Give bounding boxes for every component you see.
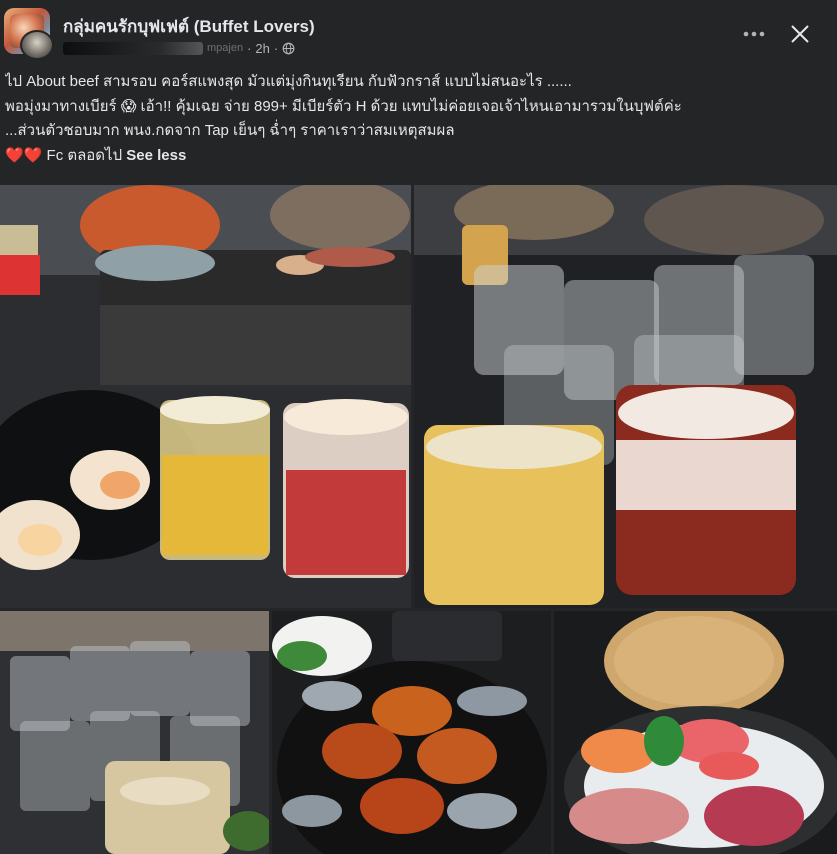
post-text-line-2: พอมุ่งมาทางเบียร์ 😱 เอ้า!! คุ้มเฉย จ่าย … [5, 97, 682, 115]
close-button[interactable] [782, 16, 818, 52]
hearts-emoji: ❤️❤️ [5, 146, 43, 164]
post-text-line-1: ไป About beef สามรอบ คอร์สแพงสุด มัวแต่ม… [5, 73, 572, 90]
post-header: กลุ่มคนรักบุฟเฟต์ (Buffet Lovers) mpajen… [0, 0, 837, 66]
see-less-link[interactable]: See less [126, 147, 186, 164]
author-avatar[interactable] [20, 30, 54, 60]
more-dots-icon [743, 31, 765, 37]
post-meta: mpajen · 2h · [63, 40, 295, 56]
post-text-line-4-text: Fc ตลอดไป [42, 146, 127, 164]
photo-sashimi[interactable] [554, 611, 837, 854]
photo-grill-and-beer[interactable] [0, 185, 411, 608]
author-name-redacted[interactable] [63, 41, 203, 55]
post-body-text: ไป About beef สามรอบ คอร์สแพงสุด มัวแต่ม… [5, 70, 830, 168]
photo-beer-glasses[interactable] [414, 185, 837, 608]
author-name-tail[interactable]: mpajen [207, 42, 243, 54]
more-options-button[interactable] [736, 18, 772, 50]
close-icon [791, 25, 809, 43]
photo-marinated-crab[interactable] [272, 611, 551, 854]
globe-icon[interactable] [282, 42, 295, 55]
group-name-link[interactable]: กลุ่มคนรักบุฟเฟต์ (Buffet Lovers) [63, 13, 315, 40]
post-timestamp[interactable]: 2h [255, 41, 269, 56]
post-text-line-4: ❤️❤️ Fc ตลอดไป See less [5, 144, 830, 169]
photo-empty-glasses[interactable] [0, 611, 269, 854]
meta-separator: · [247, 40, 252, 56]
meta-separator-2: · [273, 40, 279, 56]
post-text-line-3: ...ส่วนตัวชอบมาก พนง.กดจาก Tap เย็นๆ ฉ่ำ… [5, 122, 455, 139]
